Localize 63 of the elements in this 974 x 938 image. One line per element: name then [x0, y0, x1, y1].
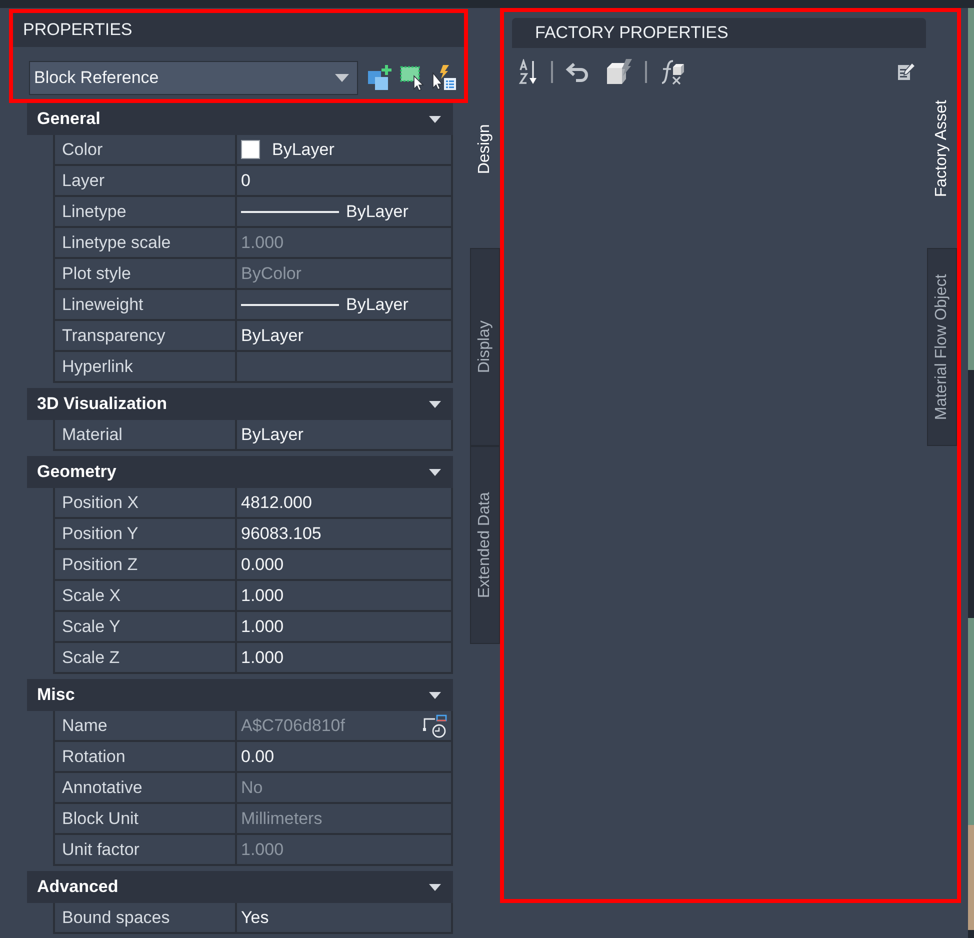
property-value-cell[interactable]: ByLayer	[235, 290, 453, 321]
property-label: Linetype scale	[53, 228, 235, 259]
property-label: Rotation	[53, 742, 235, 773]
squares-plus-icon[interactable]	[368, 65, 392, 91]
property-value-cell[interactable]: ByLayer	[235, 135, 453, 166]
property-label: Scale X	[53, 581, 235, 612]
panel-title: FACTORY PROPERTIES	[512, 18, 926, 48]
property-value-cell[interactable]: 0.00	[235, 742, 453, 773]
property-value-cell[interactable]	[235, 352, 453, 383]
property-value-cell[interactable]: 0	[235, 166, 453, 197]
property-label: Layer	[53, 166, 235, 197]
function-icon[interactable]	[659, 59, 685, 85]
property-label: Scale Y	[53, 612, 235, 643]
property-label: Unit factor	[53, 835, 235, 866]
property-value-cell[interactable]: 4812.000	[235, 488, 453, 519]
property-label: Position Z	[53, 550, 235, 581]
line-sample-icon	[241, 210, 339, 212]
property-label: Color	[53, 135, 235, 166]
property-label: Block Unit	[53, 804, 235, 835]
side-tab[interactable]: Material Flow Object	[927, 248, 957, 446]
property-value-cell[interactable]: 96083.105	[235, 519, 453, 550]
section-header[interactable]: Misc	[27, 679, 453, 711]
caret-icon	[429, 884, 441, 890]
property-value-cell[interactable]: 1.000	[235, 581, 453, 612]
property-label: Annotative	[53, 773, 235, 804]
property-label: Position X	[53, 488, 235, 519]
cube-bolt-icon[interactable]	[605, 59, 633, 85]
side-tab[interactable]: Display	[470, 248, 500, 446]
section-header[interactable]: Geometry	[27, 456, 453, 488]
undo-icon[interactable]	[565, 62, 591, 82]
selection-cursor-icon[interactable]	[400, 65, 424, 91]
cursor-list-icon[interactable]	[432, 65, 456, 91]
property-label: Transparency	[53, 321, 235, 352]
line-sample-icon	[241, 304, 339, 306]
property-value-cell[interactable]: ByLayer	[235, 321, 453, 352]
caret-icon	[429, 468, 441, 476]
caret-icon	[429, 400, 441, 408]
section-header[interactable]: General	[27, 103, 453, 135]
sort-az-icon[interactable]	[519, 59, 539, 85]
section-header[interactable]: Advanced	[27, 871, 453, 903]
property-label: Lineweight	[53, 290, 235, 321]
property-label: Linetype	[53, 197, 235, 228]
property-label: Bound spaces	[53, 903, 235, 934]
property-value-cell[interactable]: ByLayer	[235, 197, 453, 228]
side-tab[interactable]: Extended Data	[470, 446, 500, 644]
panel-title: PROPERTIES	[13, 13, 464, 47]
notepad-pencil-icon[interactable]	[897, 63, 915, 81]
property-label: Plot style	[53, 259, 235, 290]
caret-icon	[429, 116, 441, 122]
property-value-cell[interactable]: 1.000	[235, 643, 453, 674]
property-label: Position Y	[53, 519, 235, 550]
property-label: Material	[53, 420, 235, 451]
property-label: Scale Z	[53, 643, 235, 674]
caret-icon	[429, 692, 441, 698]
property-value-cell[interactable]: Yes	[235, 903, 453, 934]
property-label: Name	[53, 711, 235, 742]
property-value-cell[interactable]: 1.000	[235, 612, 453, 643]
property-value-cell[interactable]: ByLayer	[235, 420, 453, 451]
section-header[interactable]: 3D Visualization	[27, 388, 453, 420]
property-value-cell[interactable]: 0.000	[235, 550, 453, 581]
caret-icon	[335, 74, 349, 82]
property-label: Hyperlink	[53, 352, 235, 383]
object-type-dropdown[interactable]: Block Reference	[29, 61, 358, 95]
